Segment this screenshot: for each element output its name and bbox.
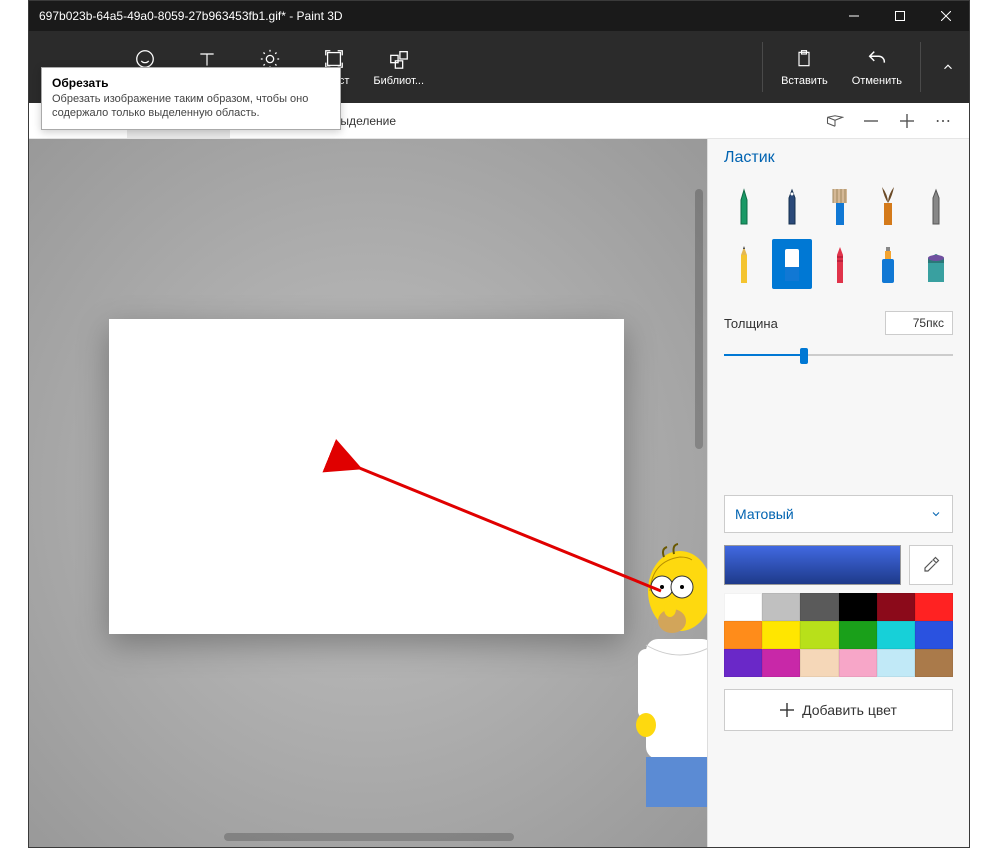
window-title: 697b023b-64a5-49a0-8059-27b963453fb1.gif… [29, 9, 343, 23]
tooltip-title: Обрезать [52, 76, 330, 90]
ribbon-collapse[interactable] [927, 31, 969, 103]
thickness-slider[interactable] [724, 345, 953, 365]
eyedropper-button[interactable] [909, 545, 953, 585]
side-panel: Ластик Толщина 75пкс Мат [707, 139, 969, 847]
undo-icon [866, 48, 888, 70]
tool-pencil[interactable] [724, 239, 764, 289]
brush-tool-grid [724, 181, 953, 289]
crop-tooltip: Обрезать Обрезать изображение таким обра… [41, 67, 341, 130]
tool-calligraphy[interactable] [772, 181, 812, 231]
tooltip-body: Обрезать изображение таким образом, чтоб… [52, 92, 330, 121]
zoom-out-button[interactable] [853, 103, 889, 139]
color-swatch[interactable] [724, 593, 762, 621]
ribbon-library[interactable]: Библиот... [361, 31, 436, 103]
tool-fill[interactable] [916, 239, 956, 289]
minimize-button[interactable] [831, 1, 877, 31]
tool-pixel-pen[interactable] [916, 181, 956, 231]
ribbon-undo[interactable]: Отменить [840, 31, 914, 103]
horizontal-scrollbar[interactable] [224, 833, 514, 841]
close-button[interactable] [923, 1, 969, 31]
color-swatch[interactable] [839, 593, 877, 621]
eyedropper-icon [922, 556, 940, 574]
library-icon [388, 48, 410, 70]
color-swatch[interactable] [800, 649, 838, 677]
color-swatch[interactable] [839, 621, 877, 649]
color-swatch[interactable] [877, 621, 915, 649]
color-swatch[interactable] [877, 649, 915, 677]
color-swatch[interactable] [762, 649, 800, 677]
tool-marker[interactable] [724, 181, 764, 231]
color-palette [724, 593, 953, 677]
color-swatch[interactable] [724, 649, 762, 677]
color-swatch[interactable] [915, 593, 953, 621]
color-swatch[interactable] [800, 593, 838, 621]
maximize-button[interactable] [877, 1, 923, 31]
tool-watercolor[interactable] [868, 181, 908, 231]
tool-spray[interactable] [868, 239, 908, 289]
zoom-in-button[interactable] [889, 103, 925, 139]
canvas-surface[interactable] [109, 319, 624, 634]
tool-eraser[interactable] [772, 239, 812, 289]
paste-icon [793, 48, 815, 70]
add-color-button[interactable]: Добавить цвет [724, 689, 953, 731]
color-swatch[interactable] [762, 593, 800, 621]
chevron-down-icon [930, 508, 942, 520]
color-swatch[interactable] [839, 649, 877, 677]
thickness-input[interactable]: 75пкс [885, 311, 953, 335]
color-swatch[interactable] [762, 621, 800, 649]
thickness-label: Толщина [724, 316, 778, 331]
ribbon-paste[interactable]: Вставить [769, 31, 840, 103]
color-swatch[interactable] [800, 621, 838, 649]
side-heading: Ластик [724, 149, 953, 167]
current-color-preview[interactable] [724, 545, 901, 585]
color-swatch[interactable] [915, 621, 953, 649]
canvas-content-figure [632, 539, 707, 819]
vertical-scrollbar[interactable] [695, 189, 703, 449]
color-swatch[interactable] [915, 649, 953, 677]
more-button[interactable]: ⋯ [925, 103, 961, 139]
view-3d-toggle[interactable] [817, 103, 853, 139]
color-swatch[interactable] [724, 621, 762, 649]
color-swatch[interactable] [877, 593, 915, 621]
tool-oil-brush[interactable] [820, 181, 860, 231]
canvas-viewport[interactable] [29, 139, 707, 847]
tool-crayon[interactable] [820, 239, 860, 289]
material-dropdown[interactable]: Матовый [724, 495, 953, 533]
